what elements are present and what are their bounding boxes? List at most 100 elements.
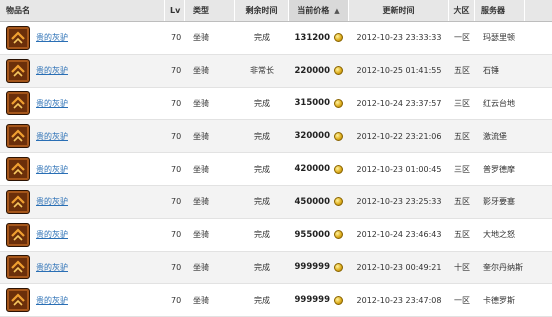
cell-time-left: 完成: [254, 230, 270, 240]
price-value: 999999: [294, 262, 331, 273]
cell-server: 影牙要塞: [483, 197, 515, 207]
mount-item-icon[interactable]: [6, 25, 30, 50]
cell-time-left: 完成: [254, 33, 270, 43]
cell-zone: 五区: [454, 131, 470, 141]
cell-time-left: 完成: [254, 131, 270, 141]
header-price-label: 当前价格: [297, 6, 330, 15]
cell-updated: 2012-10-23 00:49:21: [356, 262, 442, 272]
cell-price: 315000: [289, 88, 349, 120]
cell-time-left: 完成: [254, 164, 270, 174]
table-body: 贵的灰驴 70 坐骑 完成 131200 2012-10-23 23:33:33 一区 玛瑟里…: [0, 22, 552, 317]
cell-level: 70: [171, 230, 182, 240]
cell-price: 320000: [289, 120, 349, 152]
item-name-link[interactable]: 贵的灰驴: [36, 131, 68, 142]
table-row[interactable]: 贵的灰驴 70 坐骑 完成 131200 2012-10-23 23:33:33 一区 玛瑟里…: [0, 22, 552, 55]
table-header: 物品名 Lv 类型 剩余时间 当前价格 ▲ 更新时间 大区 服务器: [0, 0, 552, 22]
cell-zone: 五区: [454, 230, 470, 240]
item-name-link[interactable]: 贵的灰驴: [36, 295, 68, 306]
item-name-link[interactable]: 贵的灰驴: [36, 32, 68, 43]
cell-level: 70: [171, 262, 182, 272]
mount-item-icon[interactable]: [6, 255, 30, 280]
gold-coin-icon: [334, 197, 343, 207]
mount-item-icon[interactable]: [6, 58, 30, 83]
cell-item-name: 贵的灰驴: [0, 284, 165, 316]
price-value: 320000: [294, 131, 331, 142]
cell-updated: 2012-10-23 23:25:33: [356, 197, 442, 207]
cell-server: 红云台地: [483, 98, 515, 108]
table-row[interactable]: 贵的灰驴 70 坐骑 完成 955000 2012-10-24 23:46:43 五区 大地之…: [0, 219, 552, 252]
cell-zone: 三区: [454, 164, 470, 174]
cell-server: 玛瑟里顿: [483, 33, 515, 43]
gold-coin-icon: [334, 230, 343, 240]
table-row[interactable]: 贵的灰驴 70 坐骑 完成 420000 2012-10-23 01:00:45 三区 普罗德…: [0, 153, 552, 186]
item-name-link[interactable]: 贵的灰驴: [36, 98, 68, 109]
gold-coin-icon: [334, 66, 343, 76]
cell-server: 奎尔丹纳斯: [483, 262, 523, 272]
cell-updated: 2012-10-24 23:37:57: [356, 98, 442, 108]
cell-zone: 一区: [454, 295, 470, 305]
header-type[interactable]: 类型: [185, 0, 235, 21]
item-name-link[interactable]: 贵的灰驴: [36, 229, 68, 240]
gold-coin-icon: [334, 262, 343, 272]
cell-price: 999999: [289, 284, 349, 316]
cell-level: 70: [171, 66, 182, 76]
cell-level: 70: [171, 295, 182, 305]
item-name-link[interactable]: 贵的灰驴: [36, 164, 68, 175]
table-row[interactable]: 贵的灰驴 70 坐骑 非常长 220000 2012-10-25 01:41:55 五区 石锤: [0, 54, 552, 88]
header-time-left[interactable]: 剩余时间: [235, 0, 289, 21]
gold-coin-icon: [334, 295, 343, 305]
mount-item-icon[interactable]: [6, 222, 30, 247]
mount-item-icon[interactable]: [6, 124, 30, 149]
cell-zone: 一区: [454, 33, 470, 43]
cell-item-name: 贵的灰驴: [0, 88, 165, 120]
cell-level: 70: [171, 98, 182, 108]
gold-coin-icon: [334, 164, 343, 174]
cell-zone: 三区: [454, 98, 470, 108]
cell-time-left: 非常长: [250, 66, 274, 76]
cell-time-left: 完成: [254, 262, 270, 272]
header-level[interactable]: Lv: [165, 0, 185, 21]
cell-server: 大地之怒: [483, 230, 515, 240]
header-price[interactable]: 当前价格 ▲: [289, 0, 349, 21]
mount-item-icon[interactable]: [6, 189, 30, 214]
cell-time-left: 完成: [254, 98, 270, 108]
table-row[interactable]: 贵的灰驴 70 坐骑 完成 999999 2012-10-23 00:49:21 十区 奎尔丹…: [0, 251, 552, 285]
header-updated[interactable]: 更新时间: [349, 0, 449, 21]
cell-item-name: 贵的灰驴: [0, 120, 165, 152]
price-value: 450000: [294, 196, 331, 207]
header-server[interactable]: 服务器: [475, 0, 525, 21]
price-value: 131200: [294, 32, 331, 43]
cell-item-name: 贵的灰驴: [0, 153, 165, 185]
cell-item-name: 贵的灰驴: [0, 186, 165, 218]
item-name-link[interactable]: 贵的灰驴: [36, 262, 68, 273]
sort-up-icon: ▲: [334, 6, 340, 15]
cell-price: 220000: [289, 55, 349, 87]
cell-item-name: 贵的灰驴: [0, 219, 165, 251]
cell-server: 普罗德摩: [483, 164, 515, 174]
cell-updated: 2012-10-23 23:47:08: [356, 295, 442, 305]
header-zone[interactable]: 大区: [449, 0, 475, 21]
table-row[interactable]: 贵的灰驴 70 坐骑 完成 450000 2012-10-23 23:25:33 五区 影牙要…: [0, 185, 552, 219]
item-name-link[interactable]: 贵的灰驴: [36, 196, 68, 207]
mount-item-icon[interactable]: [6, 288, 30, 313]
mount-item-icon[interactable]: [6, 91, 30, 116]
cell-price: 999999: [289, 252, 349, 284]
table-row[interactable]: 贵的灰驴 70 坐骑 完成 999999 2012-10-23 23:47:08 一区 卡德罗…: [0, 284, 552, 317]
cell-zone: 十区: [454, 262, 470, 272]
cell-price: 131200: [289, 22, 349, 54]
table-row[interactable]: 贵的灰驴 70 坐骑 完成 320000 2012-10-22 23:21:06 五区 激流堡: [0, 120, 552, 154]
header-item-name[interactable]: 物品名: [0, 0, 165, 21]
cell-price: 450000: [289, 186, 349, 218]
cell-price: 420000: [289, 153, 349, 185]
cell-type: 坐骑: [193, 98, 209, 108]
price-value: 420000: [294, 164, 331, 175]
price-value: 955000: [294, 229, 331, 240]
item-name-link[interactable]: 贵的灰驴: [36, 65, 68, 76]
price-value: 220000: [294, 65, 331, 76]
table-row[interactable]: 贵的灰驴 70 坐骑 完成 315000 2012-10-24 23:37:57 三区 红云台…: [0, 88, 552, 121]
cell-zone: 五区: [454, 197, 470, 207]
cell-item-name: 贵的灰驴: [0, 55, 165, 87]
price-value: 999999: [294, 295, 331, 306]
cell-type: 坐骑: [193, 66, 209, 76]
mount-item-icon[interactable]: [6, 157, 30, 182]
